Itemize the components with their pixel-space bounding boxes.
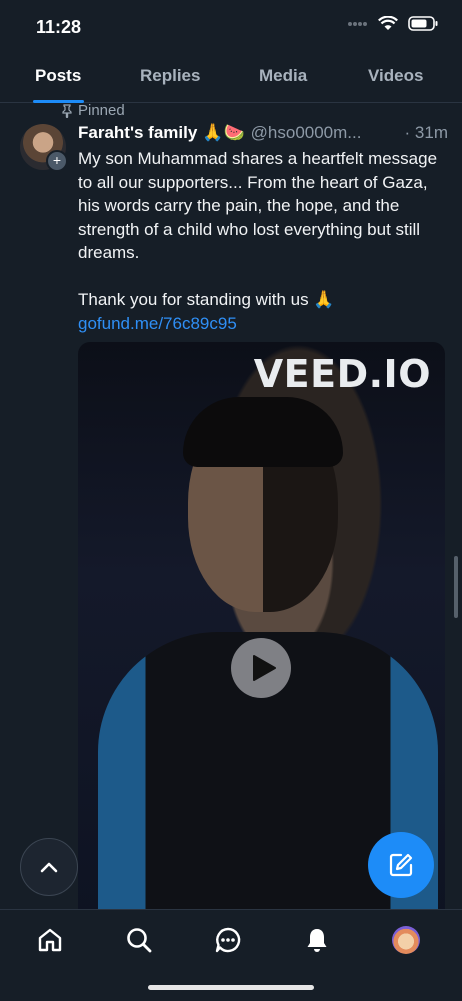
author-name[interactable]: Faraht's family (78, 123, 197, 143)
video-watermark: VEED.IO (253, 352, 431, 396)
nav-search[interactable] (125, 926, 155, 956)
status-time: 11:28 (36, 17, 82, 37)
author-emoji: 🙏🍉 (202, 123, 245, 142)
chat-icon (215, 927, 241, 953)
chevron-up-icon (40, 862, 58, 873)
pin-icon (62, 103, 72, 118)
post-link[interactable]: gofund.me/76c89c95 (78, 312, 438, 336)
scrollbar[interactable] (454, 556, 458, 618)
tab-media[interactable]: Media (259, 66, 307, 86)
post-time: · 31m (404, 123, 448, 142)
post-text: My son Muhammad shares a heartfelt messa… (78, 147, 438, 335)
home-indicator (148, 985, 314, 990)
author-avatar-wrap[interactable]: + (20, 124, 68, 172)
home-icon (38, 928, 62, 952)
compose-button[interactable] (368, 832, 434, 898)
search-icon (127, 928, 152, 953)
play-icon (253, 655, 276, 681)
post-paragraph-1: My son Muhammad shares a heartfelt messa… (78, 149, 438, 262)
pinned-text: Pinned (78, 102, 125, 119)
status-bar: 11:28 (0, 0, 462, 56)
post-header: Faraht's family 🙏🍉 @hso0000m... · 31m (78, 123, 448, 143)
wifi-icon (378, 16, 398, 30)
bell-icon (307, 929, 327, 952)
post-paragraph-2: Thank you for standing with us 🙏 (78, 290, 335, 309)
video-frame-hair (183, 397, 343, 467)
compose-icon (389, 853, 413, 877)
tab-replies[interactable]: Replies (140, 66, 200, 86)
signal-icon (348, 21, 367, 26)
play-button[interactable] (231, 638, 291, 698)
profile-tabs: Posts Replies Media Videos (0, 56, 462, 103)
nav-home[interactable] (36, 926, 66, 956)
follow-plus-icon[interactable]: + (46, 150, 68, 172)
nav-chat[interactable] (214, 926, 244, 956)
author-handle[interactable]: @hso0000m... (251, 123, 362, 143)
nav-profile[interactable] (392, 926, 422, 956)
status-icons (348, 16, 438, 31)
pinned-label: Pinned (60, 102, 125, 119)
battery-icon (408, 16, 438, 31)
nav-notifications[interactable] (303, 926, 333, 956)
tab-videos[interactable]: Videos (368, 66, 423, 86)
tab-posts[interactable]: Posts (35, 66, 81, 86)
profile-avatar[interactable] (392, 926, 420, 954)
scroll-to-top-button[interactable] (20, 838, 78, 896)
